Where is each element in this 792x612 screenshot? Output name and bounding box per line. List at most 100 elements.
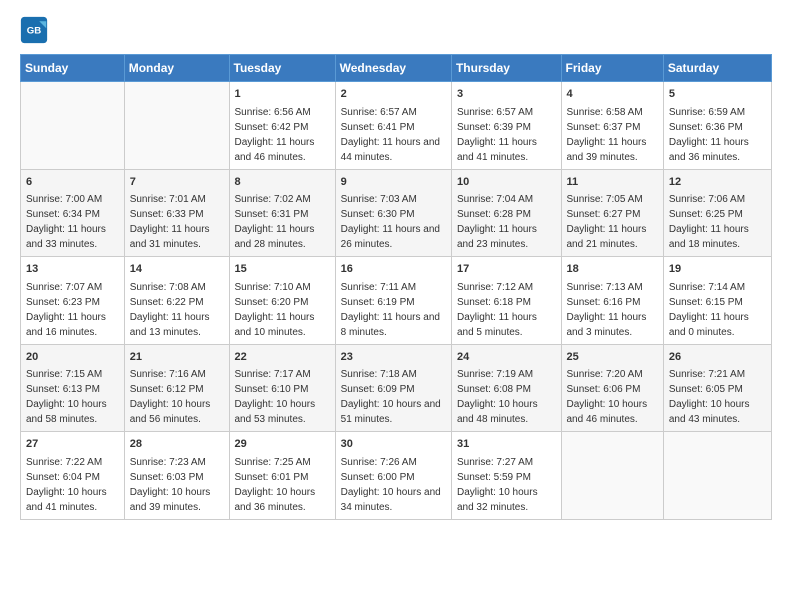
day-info: Daylight: 11 hours and 41 minutes. [457, 135, 556, 165]
day-info: Sunrise: 7:17 AM [235, 367, 330, 382]
day-info: Daylight: 11 hours and 13 minutes. [130, 310, 224, 340]
day-info: Sunrise: 7:11 AM [341, 280, 446, 295]
day-info: Sunset: 6:16 PM [567, 295, 658, 310]
calendar-cell: 18 Sunrise: 7:13 AMSunset: 6:16 PMDayligh… [561, 257, 663, 345]
day-number: 3 [457, 86, 556, 103]
day-info: Daylight: 11 hours and 21 minutes. [567, 222, 658, 252]
calendar-cell: 26Sunrise: 7:21 AMSunset: 6:05 PMDayligh… [663, 344, 771, 432]
day-info: Daylight: 10 hours and 32 minutes. [457, 485, 556, 515]
day-info: Sunrise: 7:00 AM [26, 192, 119, 207]
day-info: Sunrise: 7:22 AM [26, 455, 119, 470]
calendar-cell: 14Sunrise: 7:08 AMSunset: 6:22 PMDayligh… [124, 257, 229, 345]
week-row-4: 20Sunrise: 7:15 AMSunset: 6:13 PMDayligh… [21, 344, 772, 432]
day-info: Sunrise: 7:01 AM [130, 192, 224, 207]
calendar-cell: 10Sunrise: 7:04 AMSunset: 6:28 PMDayligh… [451, 169, 561, 257]
day-number: 2 [341, 86, 446, 103]
calendar-cell [124, 82, 229, 170]
day-info: Sunrise: 7:08 AM [130, 280, 224, 295]
day-info: Sunrise: 7:18 AM [341, 367, 446, 382]
calendar-cell: 23Sunrise: 7:18 AMSunset: 6:09 PMDayligh… [335, 344, 451, 432]
col-header-saturday: Saturday [663, 55, 771, 82]
day-info: Daylight: 11 hours and 33 minutes. [26, 222, 119, 252]
day-info: Sunset: 6:25 PM [669, 207, 766, 222]
day-info: Daylight: 11 hours and 18 minutes. [669, 222, 766, 252]
calendar-cell: 29Sunrise: 7:25 AMSunset: 6:01 PMDayligh… [229, 432, 335, 520]
day-info: Daylight: 11 hours and 36 minutes. [669, 135, 766, 165]
day-info: Sunrise: 6:57 AM [457, 105, 556, 120]
calendar-cell: 12Sunrise: 7:06 AMSunset: 6:25 PMDayligh… [663, 169, 771, 257]
day-info: Sunset: 6:09 PM [341, 382, 446, 397]
day-info: Sunrise: 7:07 AM [26, 280, 119, 295]
day-number: 31 [457, 436, 556, 453]
day-number: 27 [26, 436, 119, 453]
header: GB [20, 16, 772, 44]
day-number: 20 [26, 349, 119, 366]
day-number: 13 [26, 261, 119, 278]
day-info: Sunset: 6:31 PM [235, 207, 330, 222]
day-info: Sunrise: 7:26 AM [341, 455, 446, 470]
day-info: Sunset: 6:08 PM [457, 382, 556, 397]
day-info: Sunset: 5:59 PM [457, 470, 556, 485]
calendar-cell: 7Sunrise: 7:01 AMSunset: 6:33 PMDaylight… [124, 169, 229, 257]
calendar-cell: 13Sunrise: 7:07 AMSunset: 6:23 PMDayligh… [21, 257, 125, 345]
day-info: Sunset: 6:33 PM [130, 207, 224, 222]
day-number: 5 [669, 86, 766, 103]
calendar-cell [21, 82, 125, 170]
calendar-header-row: SundayMondayTuesdayWednesdayThursdayFrid… [21, 55, 772, 82]
day-info: Sunset: 6:05 PM [669, 382, 766, 397]
day-number: 1 [235, 86, 330, 103]
day-number: 26 [669, 349, 766, 366]
day-number: 19 [669, 261, 766, 278]
day-info: Sunset: 6:13 PM [26, 382, 119, 397]
day-info: Sunrise: 7:13 AM [567, 280, 658, 295]
day-number: 6 [26, 174, 119, 191]
calendar-cell: 1Sunrise: 6:56 AMSunset: 6:42 PMDaylight… [229, 82, 335, 170]
day-info: Daylight: 11 hours and 31 minutes. [130, 222, 224, 252]
calendar-cell [561, 432, 663, 520]
calendar-table: SundayMondayTuesdayWednesdayThursdayFrid… [20, 54, 772, 520]
svg-text:GB: GB [27, 26, 41, 37]
day-info: Sunrise: 7:10 AM [235, 280, 330, 295]
col-header-sunday: Sunday [21, 55, 125, 82]
day-number: 25 [567, 349, 658, 366]
day-info: Sunrise: 6:59 AM [669, 105, 766, 120]
day-info: Sunset: 6:37 PM [567, 120, 658, 135]
day-info: Daylight: 11 hours and 0 minutes. [669, 310, 766, 340]
day-info: Sunset: 6:00 PM [341, 470, 446, 485]
day-info: Sunrise: 7:21 AM [669, 367, 766, 382]
day-info: Sunrise: 7:04 AM [457, 192, 556, 207]
day-info: Sunrise: 6:58 AM [567, 105, 658, 120]
calendar-cell: 8Sunrise: 7:02 AMSunset: 6:31 PMDaylight… [229, 169, 335, 257]
calendar-cell: 19Sunrise: 7:14 AMSunset: 6:15 PMDayligh… [663, 257, 771, 345]
day-info: Sunset: 6:19 PM [341, 295, 446, 310]
day-number: 9 [341, 174, 446, 191]
day-info: Sunset: 6:42 PM [235, 120, 330, 135]
day-info: Sunset: 6:04 PM [26, 470, 119, 485]
day-info: Sunset: 6:30 PM [341, 207, 446, 222]
day-number: 18 [567, 261, 658, 278]
day-info: Daylight: 10 hours and 46 minutes. [567, 397, 658, 427]
day-info: Daylight: 11 hours and 23 minutes. [457, 222, 556, 252]
day-info: Sunrise: 6:57 AM [341, 105, 446, 120]
day-info: Sunset: 6:23 PM [26, 295, 119, 310]
day-number: 15 [235, 261, 330, 278]
day-info: Daylight: 10 hours and 39 minutes. [130, 485, 224, 515]
week-row-3: 13 Sunrise: 7:07 AMSunset: 6:23 PM Dayligh… [21, 257, 772, 345]
day-info: Sunrise: 7:27 AM [457, 455, 556, 470]
col-header-wednesday: Wednesday [335, 55, 451, 82]
calendar-cell [663, 432, 771, 520]
day-info: Daylight: 11 hours and 3 minutes. [567, 310, 658, 340]
calendar-cell: 9Sunrise: 7:03 AMSunset: 6:30 PMDaylight… [335, 169, 451, 257]
day-info: Sunrise: 7:12 AM [457, 280, 556, 295]
day-info: Sunset: 6:41 PM [341, 120, 446, 135]
day-number: 11 [567, 174, 658, 191]
day-number: 17 [457, 261, 556, 278]
col-header-monday: Monday [124, 55, 229, 82]
calendar-cell: 4Sunrise: 6:58 AMSunset: 6:37 PMDaylight… [561, 82, 663, 170]
calendar-cell: 27Sunrise: 7:22 AMSunset: 6:04 PMDayligh… [21, 432, 125, 520]
day-info: Daylight: 11 hours and 44 minutes. [341, 135, 446, 165]
day-info: Sunset: 6:06 PM [567, 382, 658, 397]
day-info: Daylight: 11 hours and 46 minutes. [235, 135, 330, 165]
calendar-cell: 24Sunrise: 7:19 AMSunset: 6:08 PMDayligh… [451, 344, 561, 432]
day-info: Sunrise: 7:16 AM [130, 367, 224, 382]
